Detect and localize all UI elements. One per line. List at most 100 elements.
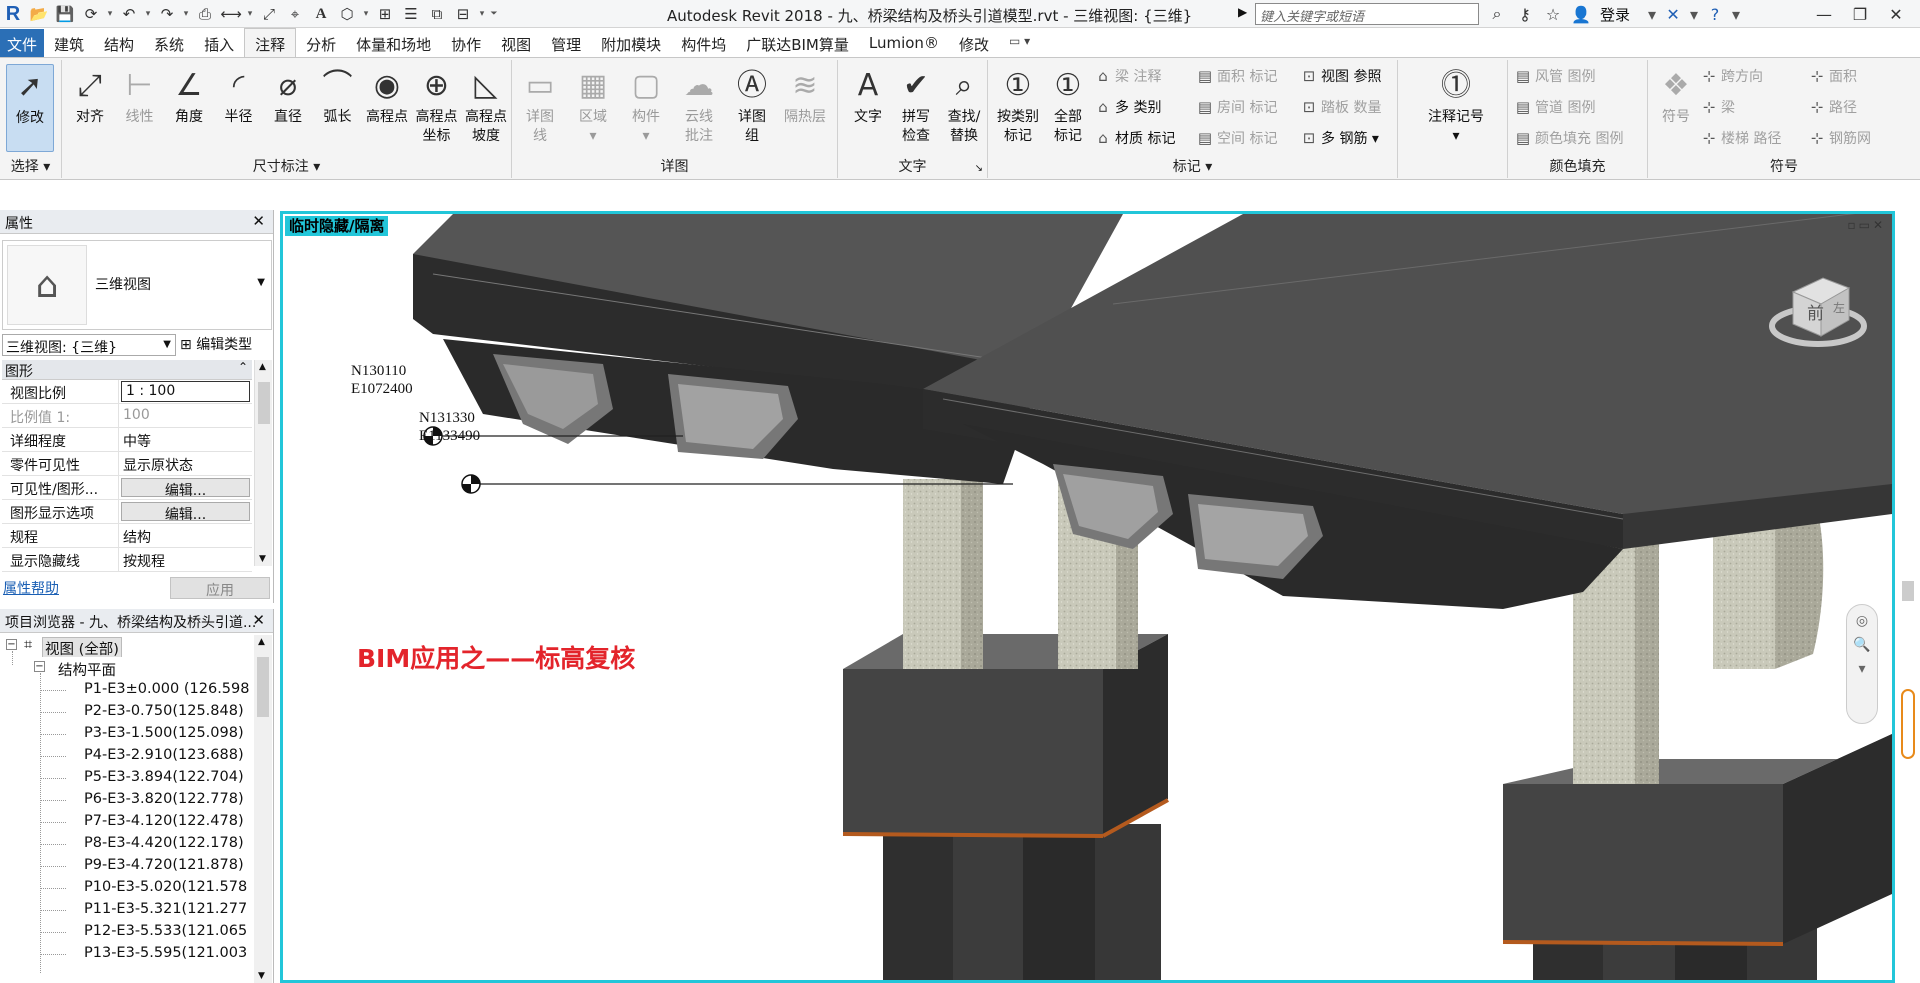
project-browser-close-icon[interactable]: ✕	[252, 611, 265, 629]
search-input[interactable]: 键入关键字或短语	[1255, 3, 1479, 25]
user-icon[interactable]: 👤	[1568, 1, 1594, 27]
thin-lines-icon[interactable]: ☰	[398, 1, 424, 27]
spot-elevation-button[interactable]: ◉ 高程点	[361, 64, 413, 127]
angular-dimension-button[interactable]: ∠ 角度	[163, 64, 215, 127]
tree-root[interactable]: − ⌗ 视图 (全部)	[0, 635, 252, 657]
tree-item[interactable]: P4-E3-2.910(123.688)	[0, 745, 252, 767]
sync-icon[interactable]: ⟳	[78, 1, 104, 27]
select-group-label[interactable]: 选择 ▾	[0, 156, 61, 176]
tree-item[interactable]: P13-E3-5.595(121.003	[0, 943, 252, 965]
tree-item[interactable]: P11-E3-5.321(121.277	[0, 899, 252, 921]
scroll-up-icon[interactable]: ▲	[258, 637, 265, 647]
revit-logo-icon[interactable]: R	[0, 1, 26, 27]
ribbon-small-button[interactable]: ⊹ 路径	[1808, 97, 1857, 117]
tag-by-category-button[interactable]: ① 按类别 标记	[992, 64, 1044, 146]
tree-item[interactable]: P12-E3-5.533(121.065	[0, 921, 252, 943]
redo-icon[interactable]: ↷	[154, 1, 180, 27]
ribbon-small-button[interactable]: ▤ 颜色填充 图例	[1514, 128, 1624, 148]
apply-button[interactable]: 应用	[170, 577, 270, 599]
detail-line-button[interactable]: ▭ 详图 线	[514, 64, 566, 146]
spelling-button[interactable]: ✔ 拼写 检查	[890, 64, 942, 146]
close-hidden-icon[interactable]: ⧉	[424, 1, 450, 27]
tab-11[interactable]: 附加模块	[591, 29, 671, 57]
help-dropdown-icon[interactable]: ▾	[1730, 1, 1742, 27]
dimension-icon[interactable]: ⤢	[256, 1, 282, 27]
text-tool-icon[interactable]: A	[308, 1, 334, 27]
viewport-window-controls[interactable]: ▫▭✕	[1847, 218, 1886, 232]
tree-item[interactable]: P3-E3-1.500(125.098)	[0, 723, 252, 745]
spot-slope-button[interactable]: ◺ 高程点 坡度	[460, 64, 512, 146]
symbol-button[interactable]: ❖ 符号	[1650, 64, 1702, 127]
text-button[interactable]: A 文字	[842, 64, 894, 127]
open-icon[interactable]: 📂	[26, 1, 52, 27]
collapse-toggle-icon[interactable]: −	[6, 639, 17, 650]
tab-7[interactable]: 体量和场地	[346, 29, 441, 57]
tab-5[interactable]: 注释	[244, 28, 297, 57]
find-replace-button[interactable]: ⌕ 查找/ 替换	[938, 64, 990, 146]
section-icon[interactable]: ⊞	[372, 1, 398, 27]
tab-10[interactable]: 管理	[541, 29, 591, 57]
scroll-thumb[interactable]	[1902, 581, 1914, 601]
tab-2[interactable]: 结构	[94, 29, 144, 57]
text-settings-launcher-icon[interactable]: ↘	[975, 163, 983, 174]
tab-12[interactable]: 构件坞	[671, 29, 736, 57]
viewport-scrollbar[interactable]	[1898, 211, 1920, 983]
type-dropdown-icon[interactable]: ▼	[257, 277, 265, 288]
dimension-group-label[interactable]: 尺寸标注 ▾	[62, 156, 511, 176]
properties-close-icon[interactable]: ✕	[252, 212, 265, 230]
3d-viewport[interactable]: 前 左 临时隐藏/隔离 ▫▭✕ N130110 E1072400 N131330…	[280, 211, 1895, 983]
instance-filter-select[interactable]: 三维视图: {三维} ▼	[2, 334, 176, 356]
tree-item[interactable]: P2-E3-0.750(125.848)	[0, 701, 252, 723]
tab-14[interactable]: Lumion®	[859, 29, 949, 57]
exchange-dropdown-icon[interactable]: ▾	[1688, 1, 1700, 27]
tab-0[interactable]: 文件	[0, 29, 45, 57]
tag-icon[interactable]: ⌖	[282, 1, 308, 27]
component-button[interactable]: ▢ 构件 ▾	[620, 64, 672, 146]
ribbon-small-button[interactable]: ⊡ 踏板 数量	[1300, 97, 1382, 117]
property-row[interactable]: 规程 结构	[2, 524, 252, 548]
ribbon-small-button[interactable]: ⊡ 多 钢筋 ▾	[1300, 128, 1379, 148]
exchange-apps-icon[interactable]: ✕	[1660, 1, 1686, 27]
property-row[interactable]: 视图比例 1 : 100	[2, 380, 252, 404]
tree-item[interactable]: P6-E3-3.820(122.778)	[0, 789, 252, 811]
tab-8[interactable]: 协作	[441, 29, 491, 57]
ribbon-small-button[interactable]: ▤ 面积 标记	[1196, 66, 1278, 86]
ribbon-small-button[interactable]: ▤ 房间 标记	[1196, 97, 1278, 117]
ribbon-small-button[interactable]: ⊹ 梁	[1700, 97, 1735, 117]
search-expand-icon[interactable]: ▶	[1238, 5, 1247, 19]
tab-6[interactable]: 分析	[296, 29, 346, 57]
tree-folder[interactable]: − 结构平面	[0, 657, 252, 679]
aligned-dimension-button[interactable]: ⤢ 对齐	[64, 64, 116, 127]
property-edit-button[interactable]: 编辑...	[121, 478, 250, 497]
tree-item[interactable]: P1-E3±0.000 (126.598	[0, 679, 252, 701]
tag-group-label[interactable]: 标记 ▾	[988, 156, 1397, 176]
edit-type-button[interactable]: ⊞ 编辑类型	[180, 334, 252, 354]
switch-windows-icon[interactable]: ⊟	[450, 1, 476, 27]
collapse-toggle-icon[interactable]: −	[34, 661, 45, 672]
ribbon-small-button[interactable]: ▤ 空间 标记	[1196, 128, 1278, 148]
ribbon-small-button[interactable]: ⌂ 材质 标记	[1094, 128, 1175, 148]
ribbon-small-button[interactable]: ⊡ 视图 参照	[1300, 66, 1382, 86]
measure-icon[interactable]: ⟷	[218, 1, 244, 27]
property-row[interactable]: 显示隐藏线 按规程	[2, 548, 252, 572]
tab-3[interactable]: 系统	[144, 29, 194, 57]
ribbon-small-button[interactable]: ⊹ 跨方向	[1700, 66, 1763, 86]
login-button[interactable]: 登录	[1600, 4, 1630, 25]
spot-coordinate-button[interactable]: ⊕ 高程点 坐标	[411, 64, 463, 146]
scroll-down-icon[interactable]: ▼	[258, 971, 265, 981]
arc-length-button[interactable]: ⌒ 弧长	[312, 64, 364, 127]
sync-dropdown-icon[interactable]: ▾	[104, 1, 116, 27]
modify-button[interactable]: ➚ 修改	[6, 64, 54, 152]
3d-view-icon[interactable]: ⬡	[334, 1, 360, 27]
restore-icon[interactable]: ❐	[1842, 1, 1878, 27]
binoculars-icon[interactable]: ⌕	[1484, 1, 1510, 27]
linear-dimension-button[interactable]: ⊢ 线性	[114, 64, 166, 127]
ribbon-small-button[interactable]: ▤ 管道 图例	[1514, 97, 1596, 117]
ribbon-small-button[interactable]: ⊹ 楼梯 路径	[1700, 128, 1782, 148]
property-row[interactable]: 零件可见性 显示原状态	[2, 452, 252, 476]
property-value[interactable]: 1 : 100	[121, 381, 250, 402]
insulation-button[interactable]: ≋ 隔热层	[779, 64, 831, 127]
nav-dropdown-icon[interactable]: ▾	[1847, 661, 1877, 677]
undo-dropdown-icon[interactable]: ▾	[142, 1, 154, 27]
region-button[interactable]: ▦ 区域 ▾	[567, 64, 619, 146]
